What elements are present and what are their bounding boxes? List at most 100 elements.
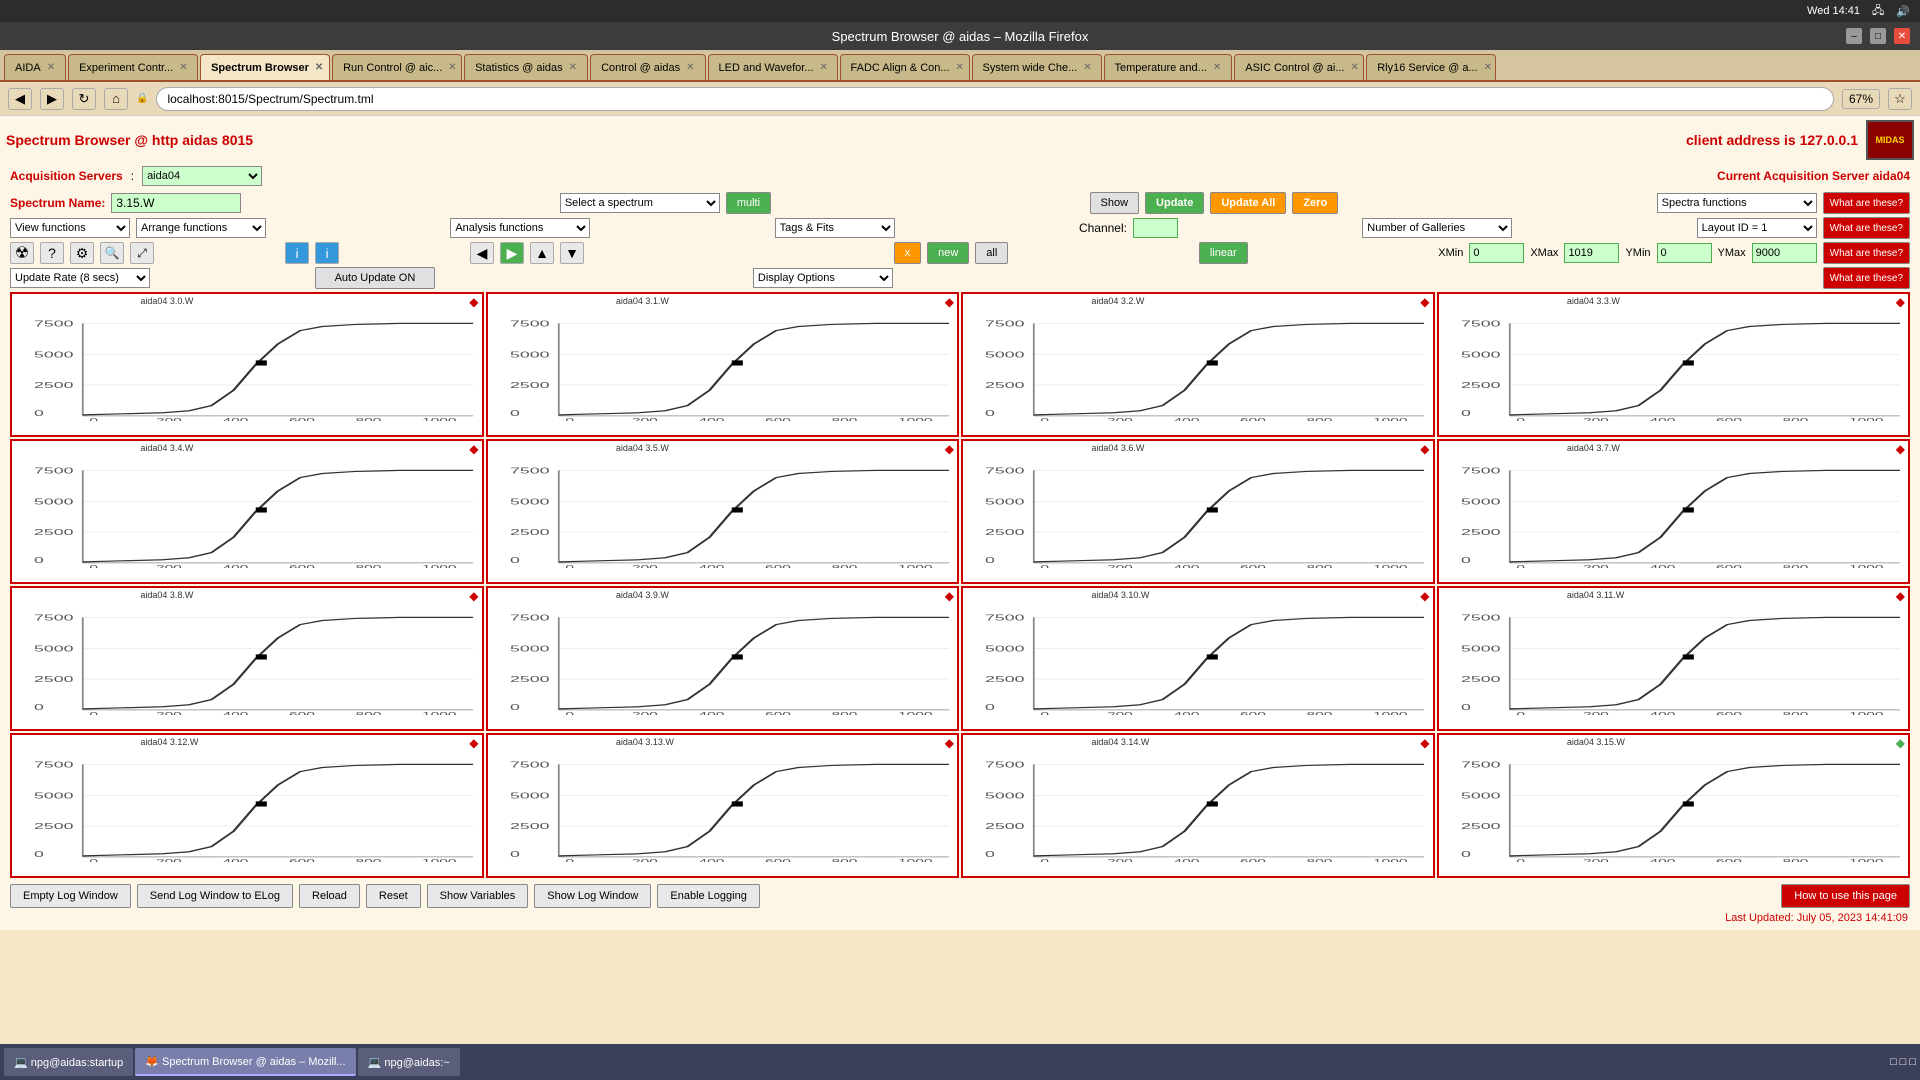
chart-cell-1[interactable]: aida04 3.1.W ◆ 7500 5000 2500 0 0 200 40… [486, 292, 960, 437]
chart-cell-0[interactable]: aida04 3.0.W ◆ 7500 5000 2500 0 0 200 40… [10, 292, 484, 437]
bookmark-button[interactable]: ☆ [1888, 88, 1912, 110]
tab-close-icon[interactable]: ✕ [448, 62, 456, 73]
tab-spectrum-browser[interactable]: Spectrum Browser ✕ [200, 54, 330, 80]
chart-cell-15[interactable]: aida04 3.15.W ◆ 7500 5000 2500 0 0 200 4… [1437, 733, 1911, 878]
maximize-button[interactable]: □ [1870, 28, 1886, 44]
tab-fadc[interactable]: FADC Align & Con... ✕ [840, 54, 970, 80]
tab-close-icon[interactable]: ✕ [686, 62, 694, 73]
home-button[interactable]: ⌂ [104, 88, 128, 110]
arrow-left-icon[interactable]: ◀ [470, 242, 494, 264]
spectra-functions-select[interactable]: Spectra functions [1657, 193, 1817, 213]
tab-close-icon[interactable]: ✕ [1083, 62, 1091, 73]
expand-icon[interactable]: ⤢ [130, 242, 154, 264]
xmin-input[interactable] [1469, 243, 1524, 263]
chart-cell-7[interactable]: aida04 3.7.W ◆ 7500 5000 2500 0 0 200 40… [1437, 439, 1911, 584]
chart-cell-6[interactable]: aida04 3.6.W ◆ 7500 5000 2500 0 0 200 40… [961, 439, 1435, 584]
url-bar[interactable] [156, 87, 1834, 111]
what-button-2[interactable]: What are these? [1823, 217, 1910, 239]
tab-close-icon[interactable]: ✕ [569, 62, 577, 73]
what-button-3[interactable]: What are these? [1823, 242, 1910, 264]
tab-close-icon[interactable]: ✕ [1484, 62, 1492, 73]
zero-button[interactable]: Zero [1292, 192, 1338, 214]
chart-cell-5[interactable]: aida04 3.5.W ◆ 7500 5000 2500 0 0 200 40… [486, 439, 960, 584]
tab-close-icon[interactable]: ✕ [315, 62, 323, 73]
ymin-input[interactable] [1657, 243, 1712, 263]
auto-update-button[interactable]: Auto Update ON [315, 267, 435, 289]
tab-experiment-control[interactable]: Experiment Contr... ✕ [68, 54, 198, 80]
minimize-button[interactable]: – [1846, 28, 1862, 44]
send-log-button[interactable]: Send Log Window to ELog [137, 884, 293, 908]
arrange-functions-select[interactable]: Arrange functions [136, 218, 266, 238]
back-button[interactable]: ◀ [8, 88, 32, 110]
view-functions-select[interactable]: View functions [10, 218, 130, 238]
number-of-galleries-select[interactable]: Number of Galleries [1362, 218, 1512, 238]
chart-cell-2[interactable]: aida04 3.2.W ◆ 7500 5000 2500 0 0 200 40… [961, 292, 1435, 437]
radiation-icon[interactable]: ☢ [10, 242, 34, 264]
show-log-button[interactable]: Show Log Window [534, 884, 651, 908]
tab-rly16[interactable]: Rly16 Service @ a... ✕ [1366, 54, 1496, 80]
show-variables-button[interactable]: Show Variables [427, 884, 529, 908]
taskbar-item-2[interactable]: 💻 npg@aidas:~ [358, 1048, 460, 1076]
taskbar-item-1[interactable]: 🦊 Spectrum Browser @ aidas – Mozill... [135, 1048, 355, 1076]
tab-close-icon[interactable]: ✕ [819, 62, 827, 73]
tab-close-icon[interactable]: ✕ [1350, 62, 1358, 73]
chart-cell-8[interactable]: aida04 3.8.W ◆ 7500 5000 2500 0 0 200 40… [10, 586, 484, 731]
info2-icon[interactable]: i [315, 242, 339, 264]
tab-control[interactable]: Control @ aidas ✕ [590, 54, 705, 80]
channel-input[interactable] [1133, 218, 1178, 238]
x-button[interactable]: x [894, 242, 922, 264]
reload-button[interactable]: Reload [299, 884, 360, 908]
display-options-select[interactable]: Display Options [753, 268, 893, 288]
chart-cell-11[interactable]: aida04 3.11.W ◆ 7500 5000 2500 0 0 200 4… [1437, 586, 1911, 731]
close-button[interactable]: ✕ [1894, 28, 1910, 44]
up-icon[interactable]: ▲ [530, 242, 554, 264]
tags-fits-select[interactable]: Tags & Fits [775, 218, 895, 238]
tab-close-icon[interactable]: ✕ [179, 62, 187, 73]
analysis-functions-select[interactable]: Analysis functions [450, 218, 590, 238]
update-rate-select[interactable]: Update Rate (8 secs) [10, 268, 150, 288]
linear-button[interactable]: linear [1199, 242, 1248, 264]
update-button[interactable]: Update [1145, 192, 1204, 214]
reload-nav-button[interactable]: ↻ [72, 88, 96, 110]
chart-cell-14[interactable]: aida04 3.14.W ◆ 7500 5000 2500 0 0 200 4… [961, 733, 1435, 878]
chart-cell-3[interactable]: aida04 3.3.W ◆ 7500 5000 2500 0 0 200 40… [1437, 292, 1911, 437]
how-to-button[interactable]: How to use this page [1781, 884, 1910, 908]
update-all-button[interactable]: Update All [1210, 192, 1286, 214]
select-spectrum-dropdown[interactable]: Select a spectrum [560, 193, 720, 213]
chart-cell-4[interactable]: aida04 3.4.W ◆ 7500 5000 2500 0 0 200 40… [10, 439, 484, 584]
what-button-1[interactable]: What are these? [1823, 192, 1910, 214]
arrow-right-icon[interactable]: ▶ [500, 242, 524, 264]
show-button[interactable]: Show [1090, 192, 1140, 214]
chart-cell-12[interactable]: aida04 3.12.W ◆ 7500 5000 2500 0 0 200 4… [10, 733, 484, 878]
down-icon[interactable]: ▼ [560, 242, 584, 264]
tab-asic-control[interactable]: ASIC Control @ ai... ✕ [1234, 54, 1364, 80]
chart-cell-10[interactable]: aida04 3.10.W ◆ 7500 5000 2500 0 0 200 4… [961, 586, 1435, 731]
new-button[interactable]: new [927, 242, 969, 264]
xmax-input[interactable] [1564, 243, 1619, 263]
all-button[interactable]: all [975, 242, 1008, 264]
acquisition-server-select[interactable]: aida04 [142, 166, 262, 186]
tab-close-icon[interactable]: ✕ [956, 62, 964, 73]
zoom-in-icon[interactable]: 🔍 [100, 242, 124, 264]
help-icon[interactable]: ? [40, 242, 64, 264]
taskbar-item-0[interactable]: 💻 npg@aidas:startup [4, 1048, 133, 1076]
chart-cell-13[interactable]: aida04 3.13.W ◆ 7500 5000 2500 0 0 200 4… [486, 733, 960, 878]
ymax-input[interactable] [1752, 243, 1817, 263]
tab-close-icon[interactable]: ✕ [47, 62, 55, 73]
settings-icon[interactable]: ⚙ [70, 242, 94, 264]
tab-run-control[interactable]: Run Control @ aic... ✕ [332, 54, 462, 80]
what-button-4[interactable]: What are these? [1823, 267, 1910, 289]
tab-aida[interactable]: AIDA ✕ [4, 54, 66, 80]
enable-logging-button[interactable]: Enable Logging [657, 884, 759, 908]
tab-temperature[interactable]: Temperature and... ✕ [1104, 54, 1233, 80]
layout-id-select[interactable]: Layout ID = 1 [1697, 218, 1817, 238]
reset-button[interactable]: Reset [366, 884, 421, 908]
tab-statistics[interactable]: Statistics @ aidas ✕ [464, 54, 588, 80]
multi-button[interactable]: multi [726, 192, 771, 214]
tab-system-check[interactable]: System wide Che... ✕ [972, 54, 1102, 80]
tab-led-waveform[interactable]: LED and Wavefor... ✕ [708, 54, 838, 80]
tab-close-icon[interactable]: ✕ [1213, 62, 1221, 73]
spectrum-name-input[interactable] [111, 193, 241, 213]
info-icon[interactable]: i [285, 242, 309, 264]
empty-log-button[interactable]: Empty Log Window [10, 884, 131, 908]
